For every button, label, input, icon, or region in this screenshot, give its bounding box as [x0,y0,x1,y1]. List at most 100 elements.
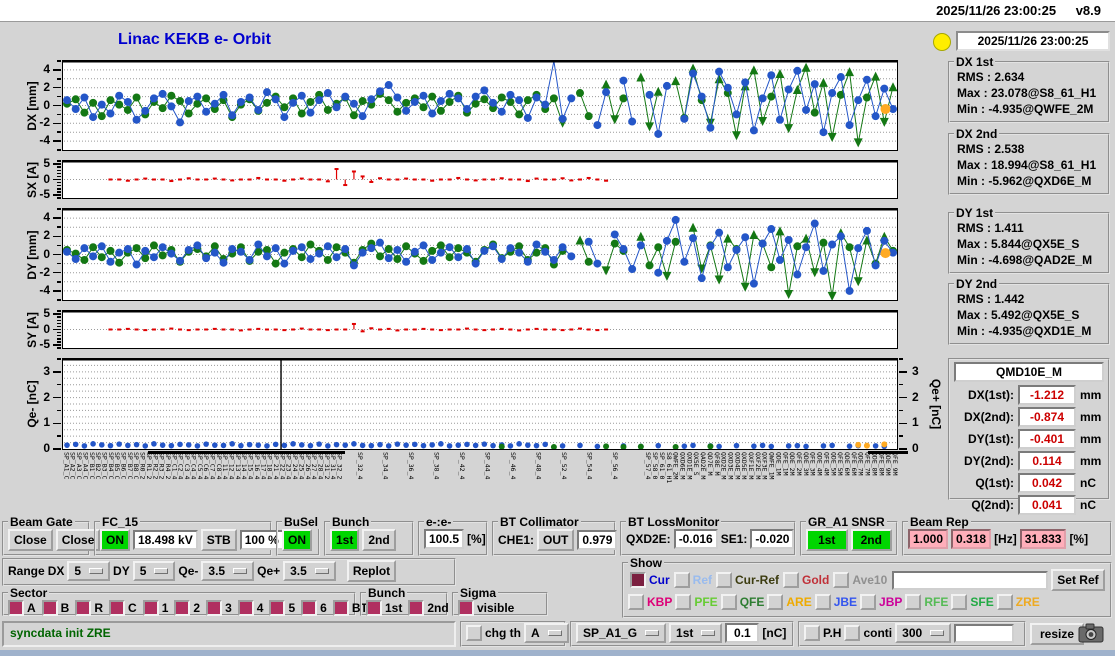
axis-tick [57,371,61,373]
beam-gate-close-button-1[interactable]: Close [8,529,53,551]
checkbox-label: 1 [161,601,169,615]
conti-checkbox[interactable] [844,625,861,641]
points-menu[interactable]: 300 [895,623,952,643]
bpm-name-label: SP_32_4 [355,452,363,480]
gra1-1st-button[interactable]: 1st [806,529,848,551]
qmd-monitor-box: QMD10E_M DX(1st): -1.212 mm DX(2nd): -0.874 m… [948,358,1110,515]
bunch-2nd-button[interactable]: 2nd [362,529,396,551]
bpm-name-label: SP_B7_C [125,452,133,480]
sector-group: Sector A B R C 1 2 3 4 5 6 BT [2,586,368,616]
axis-tick [899,448,903,450]
set-ref-button[interactable]: Set Ref [1051,569,1105,591]
sector-c-checkbox[interactable] [109,600,126,616]
range-dx-menu[interactable]: 5 [67,561,111,581]
bpm-name-label: SP_14_4 [240,452,248,480]
ref-name-input[interactable] [892,570,1049,590]
axis-tick [57,281,61,283]
bunch-1st-checkbox[interactable] [366,600,382,616]
fc15-voltage-field[interactable]: 18.498 kV [133,530,198,550]
plot-options-group: P.H conti 300 [798,621,1026,647]
sector-3-checkbox[interactable] [206,600,223,616]
bpm-name-label: SP_B1_C [87,452,95,480]
bunch-2nd-item: 2nd [408,600,449,616]
ee-ratio-field[interactable]: 100.5 [424,529,465,549]
sector-6-checkbox[interactable] [301,600,318,616]
show-kbp-checkbox[interactable] [628,594,644,610]
show-are-checkbox[interactable] [767,594,784,610]
range-qep-menu[interactable]: 3.5 [283,561,336,581]
bunch-2nd-checkbox[interactable] [408,600,425,616]
sector-5-checkbox[interactable] [269,600,286,616]
bpm-name-label: SP_C4_4 [189,452,197,480]
sp-bunch-value: 1st [676,626,694,640]
sector-r-checkbox[interactable] [75,600,92,616]
show-gold-checkbox[interactable] [783,572,800,588]
range-dy-menu[interactable]: 5 [132,561,176,581]
sp-monitor-menu[interactable]: SP_A1_G [576,623,667,643]
range-group: Range DX 5 DY 5 Qe- 3.5 Qe+ 3.5 Replot [2,558,456,586]
busel-on-button[interactable]: ON [282,529,312,551]
min-value: Min : -4.935@QXD1E_M [957,324,1092,338]
axis-tick [57,299,61,301]
show-jbe-checkbox[interactable] [814,594,831,610]
checkbox-label: 5 [288,601,296,615]
threshold-field[interactable]: 0.1 [725,623,760,643]
show-cur-checkbox[interactable] [630,572,646,588]
group-label: FC_15 [102,515,139,529]
show-qfe-checkbox[interactable] [720,594,737,610]
show-sfe-checkbox[interactable] [951,594,968,610]
gra1-2nd-button[interactable]: 2nd [850,529,892,551]
chart-qe [62,358,898,450]
sector-4-checkbox[interactable] [237,600,254,616]
resize-button[interactable]: resize [1030,623,1084,645]
monitor-row-value: 0.114 [1018,451,1076,471]
show-pfe-checkbox[interactable] [675,594,692,610]
axis-tick-label: 0 [43,171,50,186]
chg-th-checkbox[interactable] [466,625,482,641]
axis-tick [57,160,61,162]
range-qem-menu[interactable]: 3.5 [201,561,255,581]
show-gold-item: Gold [783,572,829,588]
sector-a-checkbox[interactable] [8,600,24,616]
axis-tick [57,319,61,321]
sector-1-checkbox[interactable] [142,600,159,616]
interval-input[interactable] [954,623,1015,643]
screenshot-camera-button[interactable] [1078,622,1104,649]
bpm-name-label: QAD2E_M [699,452,707,480]
status-message: syncdata init ZRE [2,621,456,647]
stats-title: DY 2nd [956,277,998,291]
checkbox-label: 2nd [427,601,449,615]
axis-tick [57,166,61,168]
bpm-name-label: QFE_1M [781,452,789,476]
show-ref-checkbox[interactable] [673,572,690,588]
sector-bt-checkbox[interactable] [332,600,349,616]
axis-tick [899,448,907,450]
sector-2-checkbox[interactable] [174,600,191,616]
replot-button[interactable]: Replot [346,560,397,582]
bpm-name-label: SP_57_4 [644,452,652,480]
bpm-name-label: SP_C6_4 [202,452,210,480]
ph-checkbox[interactable] [804,625,820,641]
axis-tick [53,448,61,450]
fc15-on-button[interactable]: ON [100,529,130,551]
show-ave10-item: Ave10 [833,572,887,588]
bunch-1st-button[interactable]: 1st [330,529,360,551]
show-rfe-checkbox[interactable] [905,594,922,610]
show-zre-checkbox[interactable] [996,594,1013,610]
axis-tick [57,310,61,312]
sector-b-checkbox[interactable] [41,600,58,616]
page-title: Linac KEKB e- Orbit [118,31,271,48]
ee-ratio-group: e-:e- 100.5 [%] [418,515,488,556]
che1-state-button[interactable]: OUT [537,529,575,551]
axis-tick-label: 0 [43,97,50,112]
show-jbp-checkbox[interactable] [860,594,877,610]
fc15-stb-button[interactable]: STB [200,529,237,551]
chart-sy [62,310,898,349]
sp-bunch-menu[interactable]: 1st [669,623,723,643]
bpm-name-label: QDE_6M [843,452,850,476]
show-ave10-checkbox[interactable] [833,572,850,588]
show-cur-ref-checkbox[interactable] [716,572,733,588]
th-sector-menu[interactable]: A [524,623,569,643]
axis-tick [899,409,903,412]
sigma-visible-checkbox[interactable] [458,600,474,616]
